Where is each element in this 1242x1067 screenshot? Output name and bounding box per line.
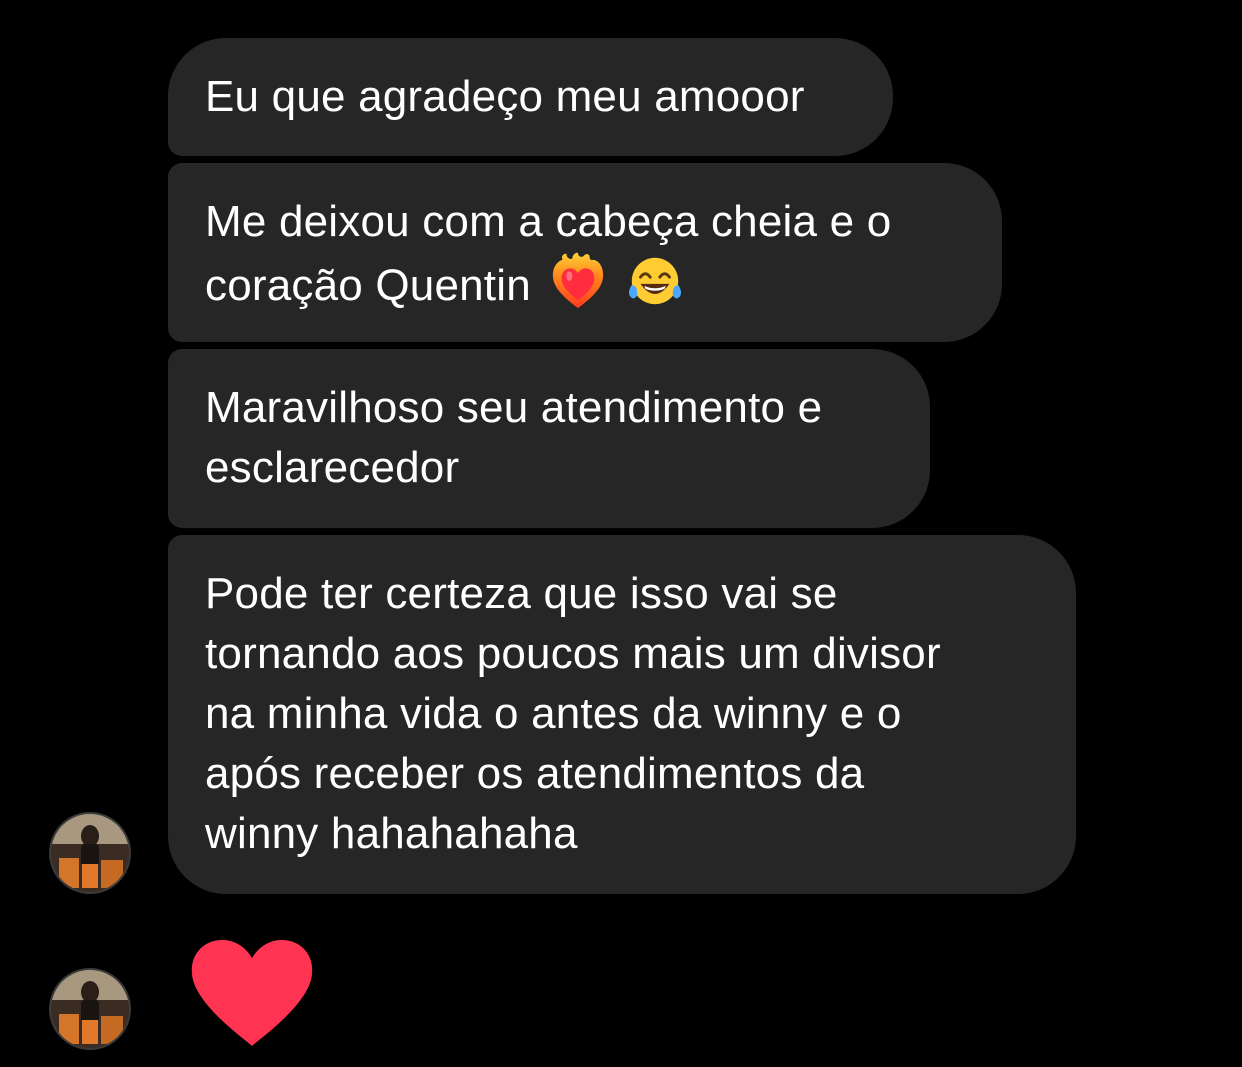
message-bubble[interactable]: Pode ter certeza que isso vai se tornand…	[168, 535, 1076, 894]
message-text: Maravilhoso seu atendimento e	[205, 383, 823, 432]
sender-avatar[interactable]	[49, 812, 131, 894]
message-text: Me deixou com a cabeça cheia e o	[205, 197, 892, 246]
message-text: Eu que agradeço meu amooor	[205, 72, 805, 121]
message-text: coração Quentin	[205, 261, 531, 310]
sender-avatar[interactable]	[49, 968, 131, 1050]
tears-of-joy-emoji	[628, 257, 681, 305]
heart-on-fire-emoji	[553, 252, 604, 309]
message-text: esclarecedor	[205, 443, 460, 492]
heart-icon[interactable]	[188, 938, 316, 1048]
message-bubble[interactable]: Eu que agradeço meu amooor	[168, 38, 893, 156]
message-text: na minha vida o antes da winny e o	[205, 689, 902, 738]
message-text: winny hahahahaha	[205, 809, 578, 858]
message-text: Pode ter certeza que isso vai se	[205, 569, 838, 618]
message-bubble[interactable]: Me deixou com a cabeça cheia e o coração…	[168, 163, 1002, 342]
message-text: após receber os atendimentos da	[205, 749, 865, 798]
message-text: tornando aos poucos mais um divisor	[205, 629, 941, 678]
message-bubble[interactable]: Maravilhoso seu atendimento e esclareced…	[168, 349, 930, 528]
